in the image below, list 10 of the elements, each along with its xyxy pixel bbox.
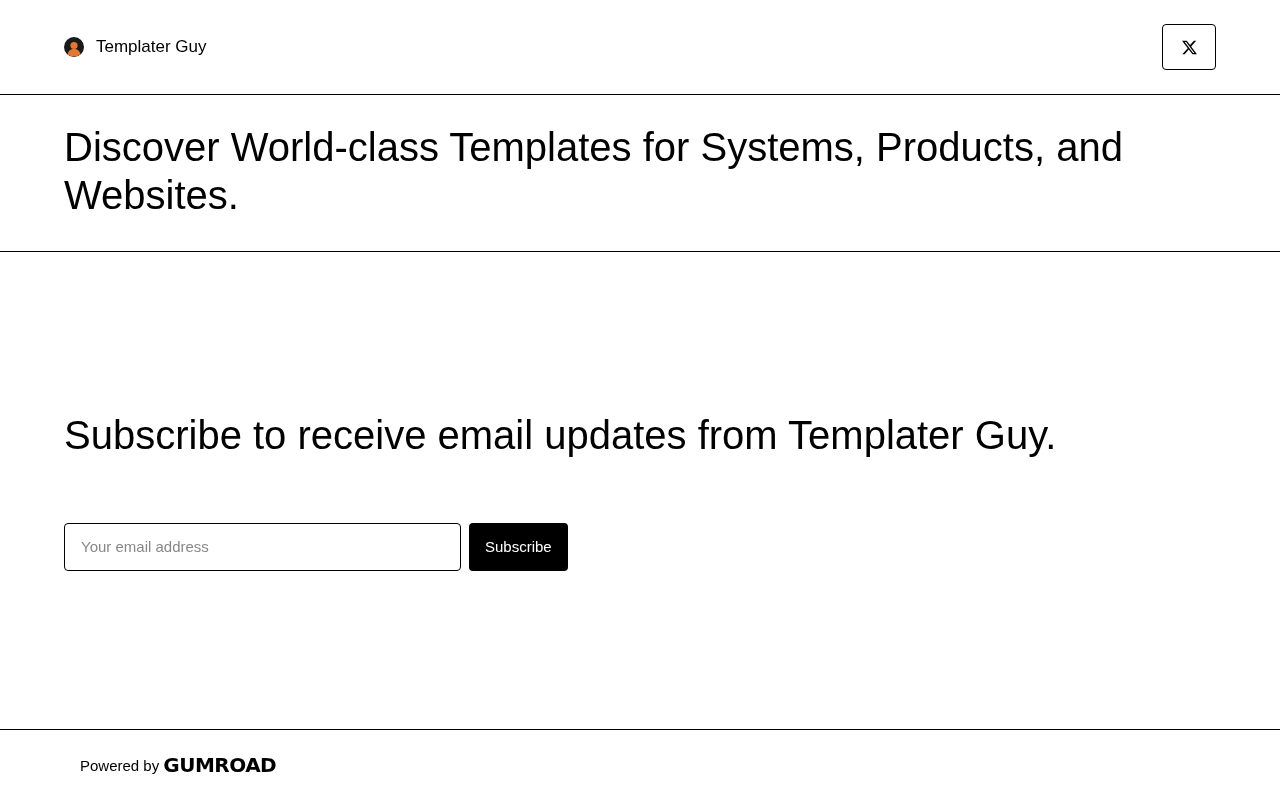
- email-input-field[interactable]: Your email address: [64, 522, 461, 571]
- creator-name-link[interactable]: Templater Guy: [96, 37, 207, 57]
- logo-wordmark-link[interactable]: GUMROAD: [163, 753, 277, 777]
- subscribe-heading: Subscribe to receive email updates from Templater Guy.: [64, 411, 1058, 459]
- avatar-silhouette: [64, 37, 84, 57]
- subscribe-button[interactable]: Subscribe: [469, 522, 568, 571]
- page-heading: Discover World-class Templates for Systems, Products, and Websites.: [64, 124, 1124, 219]
- x-logo-button[interactable]: [1162, 24, 1216, 70]
- powered-by-text: Powered by: [80, 756, 160, 774]
- x-logo-icon: [1181, 39, 1197, 55]
